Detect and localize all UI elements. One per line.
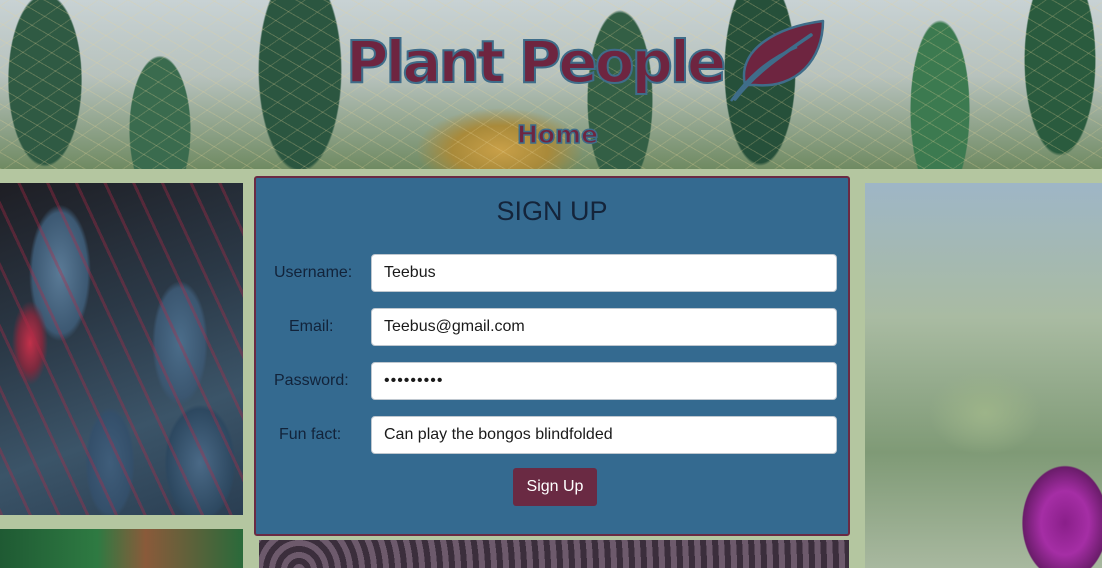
signup-title: SIGN UP bbox=[496, 196, 608, 226]
nav-home-link[interactable]: Home bbox=[516, 119, 599, 150]
password-label: Password: bbox=[274, 372, 349, 389]
email-input[interactable] bbox=[371, 308, 837, 346]
username-input[interactable] bbox=[371, 254, 837, 292]
header-banner: Plant People Home bbox=[0, 0, 1102, 169]
password-row: Password: bbox=[256, 362, 852, 402]
password-input[interactable] bbox=[371, 362, 837, 400]
tulip-photo-right bbox=[865, 183, 1102, 568]
plant-photo-left-bottom bbox=[0, 529, 243, 568]
succulent-photo-bottom bbox=[259, 540, 849, 568]
fun-fact-label: Fun fact: bbox=[279, 426, 342, 443]
email-row: Email: bbox=[256, 308, 852, 348]
site-logo[interactable]: Plant People bbox=[345, 19, 827, 102]
username-row: Username: bbox=[256, 254, 852, 294]
signup-form: SIGN UP Username: Email: Password: Fun f… bbox=[254, 176, 850, 536]
email-label: Email: bbox=[289, 318, 334, 335]
fun-fact-row: Fun fact: bbox=[256, 416, 852, 456]
username-label: Username: bbox=[274, 264, 353, 281]
signup-button[interactable]: Sign Up bbox=[513, 468, 597, 506]
succulent-photo-left bbox=[0, 183, 243, 515]
logo-text: Plant People bbox=[345, 27, 727, 97]
leaf-icon bbox=[730, 19, 825, 102]
fun-fact-input[interactable] bbox=[371, 416, 837, 454]
